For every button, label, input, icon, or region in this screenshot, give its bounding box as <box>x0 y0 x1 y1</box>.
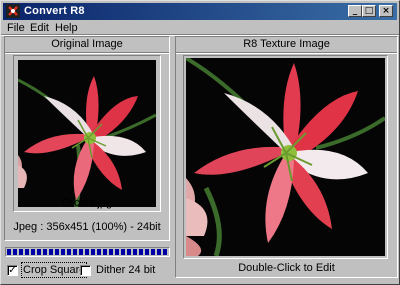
r8-texture-image[interactable] <box>186 58 385 256</box>
title-bar[interactable]: Convert R8 _ □ × <box>3 3 397 20</box>
r8-texture-title: R8 Texture Image <box>243 38 330 50</box>
original-filename: Orchid.jpg <box>61 197 113 209</box>
maximize-button[interactable]: □ <box>362 5 376 17</box>
original-image-panel: Original Image Orchid.jpg Jpeg: 356x451… <box>4 36 170 241</box>
menu-help[interactable]: Help <box>55 22 78 34</box>
panel-divider <box>176 52 397 54</box>
lily-image <box>18 60 156 207</box>
crop-square-option[interactable]: ✓ Crop Square <box>7 262 88 278</box>
menu-edit[interactable]: Edit <box>30 22 49 34</box>
original-image-frame <box>13 55 161 212</box>
close-icon: × <box>382 6 390 16</box>
r8-texture-panel: R8 Texture Image Double-Click to Edit <box>175 36 398 278</box>
crop-square-label[interactable]: Crop Square <box>20 262 88 278</box>
menu-file[interactable]: File <box>7 22 25 34</box>
dither-24bit-checkbox[interactable] <box>80 265 91 276</box>
original-image[interactable] <box>18 60 156 207</box>
convert-app-icon <box>6 4 20 18</box>
minimize-icon: _ <box>352 6 358 16</box>
close-button[interactable]: × <box>379 5 393 17</box>
minimize-button[interactable]: _ <box>348 5 362 17</box>
convert-r8-window: Convert R8 _ □ × File Edit Help Original… <box>0 0 400 285</box>
conversion-progress-bar <box>5 247 170 257</box>
r8-image-frame <box>183 55 388 259</box>
image-info: Jpeg : 356x451 (100%) - 24bit <box>13 221 161 233</box>
dither-24bit-label[interactable]: Dither 24 bit <box>96 264 155 276</box>
dither-24bit-option[interactable]: Dither 24 bit <box>80 264 160 278</box>
lily-image <box>186 58 385 256</box>
panel-divider <box>5 52 169 54</box>
progress-fill <box>7 249 168 255</box>
window-title: Convert R8 <box>24 5 85 17</box>
double-click-hint: Double-Click to Edit <box>238 262 335 274</box>
maximize-icon: □ <box>364 6 374 16</box>
original-image-title: Original Image <box>51 38 123 50</box>
crop-square-checkbox[interactable]: ✓ <box>7 265 18 276</box>
